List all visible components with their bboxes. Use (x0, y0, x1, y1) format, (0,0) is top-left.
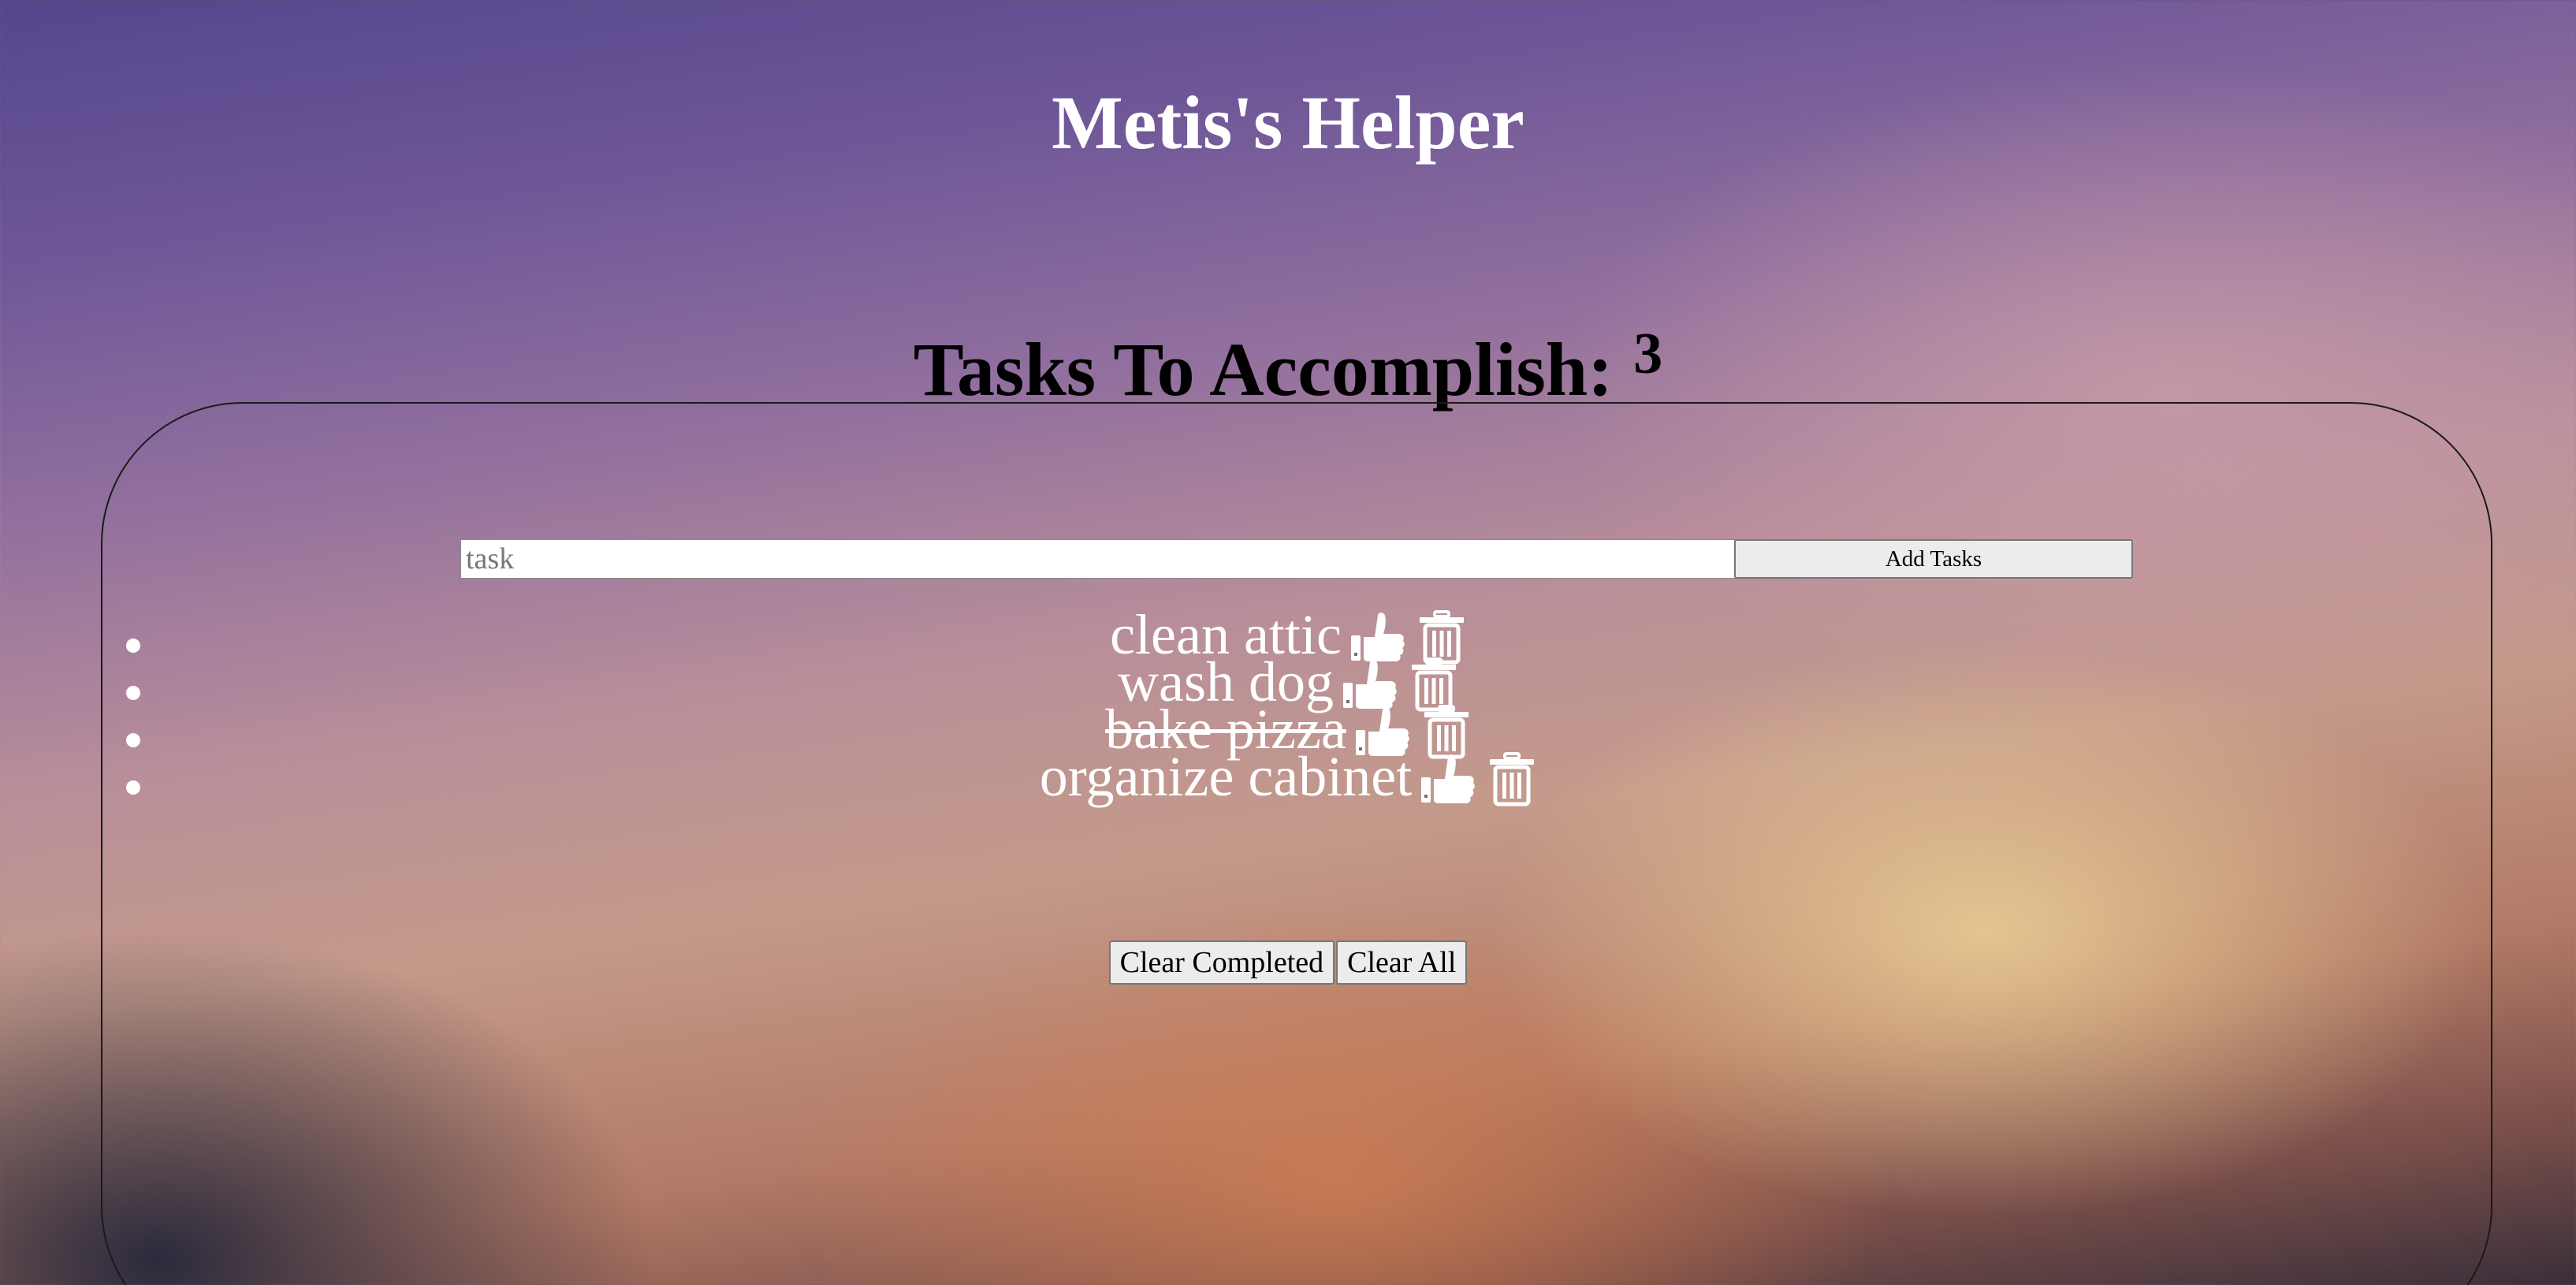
task-row: wash dog (1118, 654, 1458, 712)
task-text[interactable]: organize cabinet (1040, 745, 1412, 808)
thumbs-up-icon[interactable] (1418, 752, 1476, 830)
trash-icon[interactable] (1487, 752, 1536, 832)
task-item: clean attic (0, 606, 2576, 665)
bullet-icon (126, 686, 140, 700)
clear-completed-button[interactable]: Clear Completed (1108, 940, 1335, 985)
bullet-icon (126, 733, 140, 747)
clear-all-button[interactable]: Clear All (1336, 940, 1468, 985)
add-tasks-button[interactable]: Add Tasks (1734, 539, 2133, 579)
task-item: organize cabinet (0, 748, 2576, 806)
bullet-icon (126, 639, 140, 653)
task-row: bake pizza (1105, 701, 1471, 759)
remaining-count: 3 (1633, 322, 1663, 386)
bullet-icon (126, 780, 140, 795)
task-item: wash dog (0, 654, 2576, 712)
tasks-heading-label: Tasks To Accomplish: (913, 327, 1614, 412)
task-card (101, 402, 2492, 1285)
task-item: bake pizza (0, 701, 2576, 759)
task-row: organize cabinet (1040, 748, 1536, 806)
tasks-heading: Tasks To Accomplish: 3 (0, 325, 2576, 408)
task-input[interactable] (460, 539, 1736, 579)
task-list: clean attic wash dog bake pizza organize… (0, 606, 2576, 806)
task-row: clean attic (1110, 606, 1466, 665)
page-title: Metis's Helper (1052, 80, 1524, 165)
footer-actions: Clear Completed Clear All (0, 940, 2576, 985)
